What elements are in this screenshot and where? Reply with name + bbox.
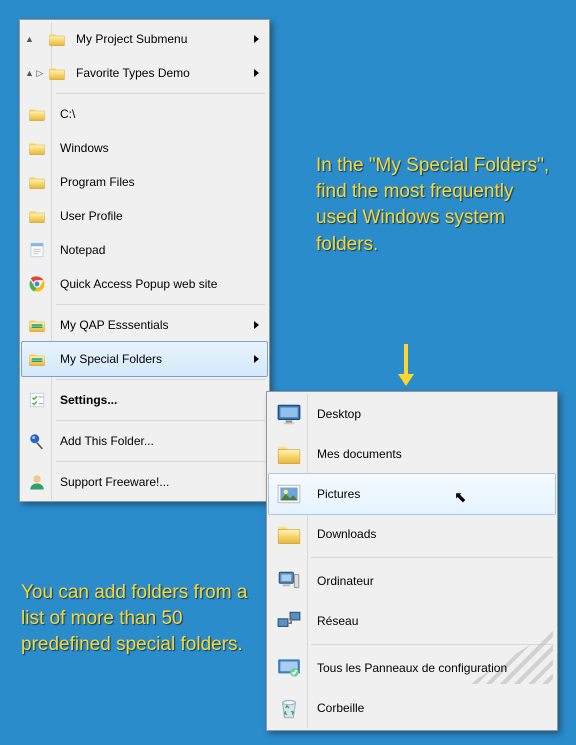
menu-item-my-qap-esssentials[interactable]: My QAP Esssentials: [22, 308, 267, 342]
menu-item-label: Corbeille: [317, 701, 364, 715]
tree-expand-icon: ▲: [25, 35, 55, 43]
folder-icon: [26, 138, 48, 158]
pictures-icon: [274, 479, 304, 509]
menu-item-c[interactable]: C:\: [22, 97, 267, 131]
menu-item-label: Mes documents: [317, 447, 402, 461]
menu-item-label: Quick Access Popup web site: [60, 277, 217, 291]
menu-item-notepad[interactable]: Notepad: [22, 233, 267, 267]
notepad-icon: [26, 240, 48, 260]
menu-item-label: My Special Folders: [60, 352, 162, 366]
pin-icon: [26, 431, 48, 451]
menu-separator: [56, 93, 265, 94]
menu-item-label: Desktop: [317, 407, 361, 421]
menu-separator: [56, 304, 265, 305]
folder-icon: [274, 439, 304, 469]
menu-item-settings[interactable]: Settings...: [22, 383, 267, 417]
menu-item-label: Favorite Types Demo: [76, 66, 190, 80]
folder-icon: [26, 104, 48, 124]
tree-expand-icon: ▲ ▷: [25, 69, 55, 77]
desktop-icon: [274, 399, 304, 429]
folder-icon: [274, 519, 304, 549]
menu-item-r-seau[interactable]: Réseau: [269, 601, 555, 641]
submenu-arrow-icon: [254, 35, 259, 43]
chrome-icon: [26, 274, 48, 294]
menu-item-pictures[interactable]: Pictures: [268, 473, 556, 515]
submenu-arrow-icon: [254, 355, 259, 363]
annotation-top: In the "My Special Folders", find the mo…: [316, 153, 551, 258]
menu-item-corbeille[interactable]: Corbeille: [269, 688, 555, 728]
computer-icon: [274, 566, 304, 596]
menu-separator: [56, 420, 265, 421]
menu-item-user-profile[interactable]: User Profile: [22, 199, 267, 233]
menu-item-mes-documents[interactable]: Mes documents: [269, 434, 555, 474]
menu-item-label: Program Files: [60, 175, 135, 189]
recycle-icon: [274, 693, 304, 723]
menu-item-windows[interactable]: Windows: [22, 131, 267, 165]
menu-item-label: My Project Submenu: [76, 32, 187, 46]
menu-item-label: User Profile: [60, 209, 123, 223]
submenu-arrow-icon: [254, 69, 259, 77]
menu-item-label: My QAP Esssentials: [60, 318, 168, 332]
menu-item-label: C:\: [60, 107, 75, 121]
menu-item-downloads[interactable]: Downloads: [269, 514, 555, 554]
menu-item-label: Notepad: [60, 243, 105, 257]
menu-item-label: Tous les Panneaux de configuration: [317, 661, 507, 675]
menu-item-program-files[interactable]: Program Files: [22, 165, 267, 199]
menu-separator: [56, 379, 265, 380]
folder-icon: [26, 172, 48, 192]
menu-item-label: Réseau: [317, 614, 358, 628]
main-context-menu[interactable]: ▲ My Project Submenu ▲ ▷ Favorite Types Dem…: [19, 19, 270, 502]
special-folder-icon: [26, 315, 48, 335]
menu-item-tous-les-panneaux-de-configuration[interactable]: Tous les Panneaux de configuration: [269, 648, 555, 688]
menu-separator: [311, 644, 553, 645]
annotation-bottom: You can add folders from a list of more …: [21, 580, 251, 659]
menu-item-my-project-submenu[interactable]: ▲ My Project Submenu: [22, 22, 267, 56]
control-panel-icon: [274, 653, 304, 683]
menu-item-desktop[interactable]: Desktop: [269, 394, 555, 434]
menu-item-label: Pictures: [317, 487, 360, 501]
menu-item-favorite-types-demo[interactable]: ▲ ▷ Favorite Types Demo: [22, 56, 267, 90]
menu-separator: [56, 461, 265, 462]
user-icon: [26, 472, 48, 492]
menu-item-label: Windows: [60, 141, 109, 155]
special-folders-submenu[interactable]: Desktop Mes documents Pictures Downloads Ord…: [266, 391, 558, 731]
folder-icon: [26, 206, 48, 226]
menu-item-label: Settings...: [60, 393, 117, 407]
annotation-arrow: [402, 344, 410, 390]
menu-item-support-freeware[interactable]: Support Freeware!...: [22, 465, 267, 499]
submenu-arrow-icon: [254, 321, 259, 329]
menu-item-my-special-folders[interactable]: My Special Folders: [21, 341, 268, 377]
menu-item-add-this-folder[interactable]: Add This Folder...: [22, 424, 267, 458]
menu-item-label: Downloads: [317, 527, 376, 541]
menu-item-label: Support Freeware!...: [60, 475, 169, 489]
special-folder-icon: [26, 349, 48, 369]
menu-item-ordinateur[interactable]: Ordinateur: [269, 561, 555, 601]
menu-item-label: Add This Folder...: [60, 434, 154, 448]
menu-item-label: Ordinateur: [317, 574, 374, 588]
menu-item-quick-access-popup-web-site[interactable]: Quick Access Popup web site: [22, 267, 267, 301]
settings-icon: [26, 390, 48, 410]
menu-separator: [311, 557, 553, 558]
network-icon: [274, 606, 304, 636]
